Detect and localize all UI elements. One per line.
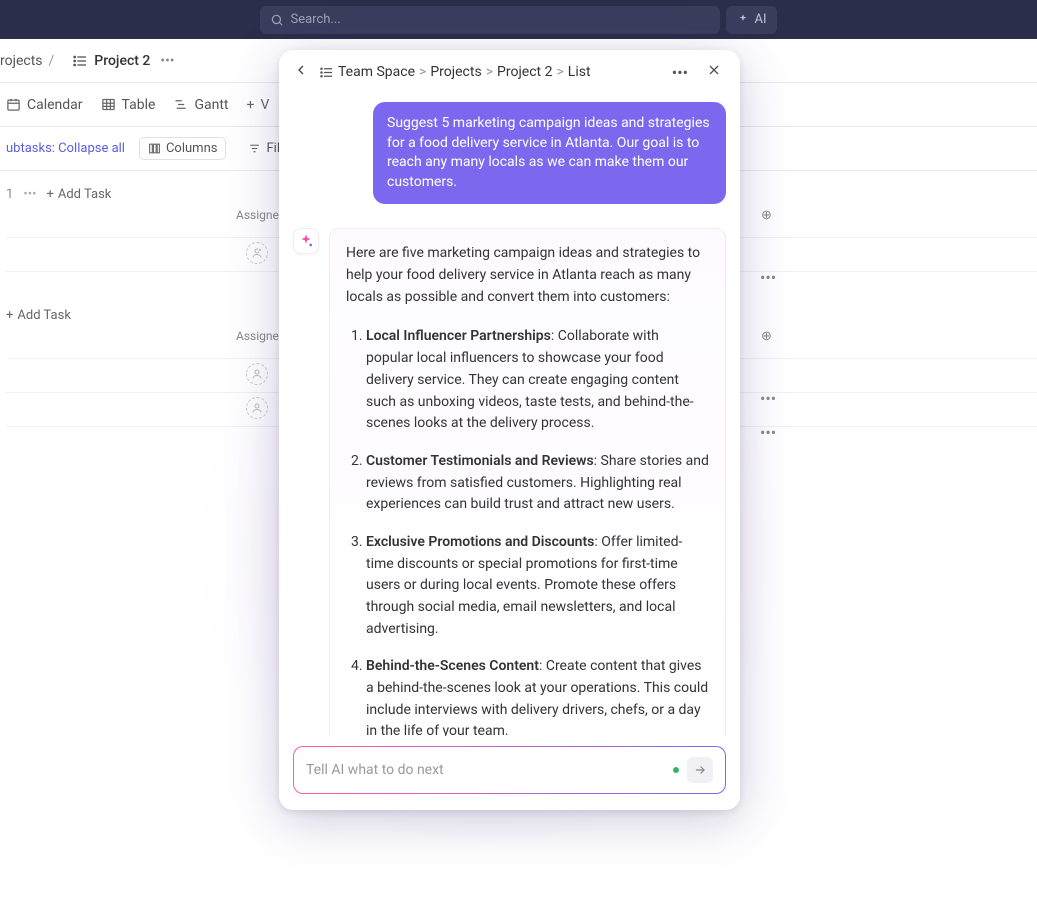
list-icon bbox=[72, 53, 88, 69]
ai-close-button[interactable] bbox=[702, 58, 726, 86]
sparkle-icon bbox=[298, 233, 314, 249]
add-task-label: Add Task bbox=[58, 187, 112, 202]
row-more-icon[interactable]: ••• bbox=[760, 423, 776, 442]
item-title: Local Influencer Partnerships bbox=[366, 328, 551, 344]
ai-panel-header: Team Space > Projects > Project 2 > List… bbox=[279, 50, 740, 94]
ai-crumb-1[interactable]: Projects bbox=[430, 64, 481, 80]
ai-response-item: Customer Testimonials and Reviews: Share… bbox=[366, 451, 709, 516]
ai-response-intro: Here are five marketing campaign ideas a… bbox=[346, 243, 709, 308]
add-task-button-2[interactable]: + Add Task bbox=[6, 308, 71, 323]
ai-input[interactable] bbox=[306, 762, 665, 778]
add-view-button[interactable]: + V bbox=[246, 97, 269, 113]
crumb-sep: / bbox=[49, 53, 55, 69]
columns-label: Columns bbox=[166, 141, 218, 156]
group-count: 1 bbox=[6, 187, 13, 202]
top-bar: Search... AI bbox=[0, 0, 1037, 39]
ai-crumb-0[interactable]: Team Space bbox=[338, 64, 415, 80]
back-button[interactable] bbox=[293, 62, 309, 82]
group-more-icon[interactable]: ••• bbox=[23, 187, 36, 202]
crumb-sep: > bbox=[486, 64, 493, 80]
ai-top-button[interactable]: AI bbox=[726, 6, 776, 34]
plus-icon: + bbox=[6, 308, 13, 323]
crumb-more-icon[interactable]: ••• bbox=[160, 53, 174, 69]
columns-button[interactable]: Columns bbox=[139, 137, 227, 160]
ai-response-item: Behind-the-Scenes Content: Create conten… bbox=[366, 656, 709, 736]
plus-icon: + bbox=[246, 97, 254, 113]
ai-crumb-3[interactable]: List bbox=[568, 64, 591, 80]
crumb-projects[interactable]: rojects bbox=[0, 53, 43, 69]
status-dot-icon bbox=[673, 767, 679, 773]
add-view-label: V bbox=[260, 97, 269, 113]
ai-footer bbox=[279, 736, 740, 810]
crumb-current[interactable]: Project 2 bbox=[94, 53, 150, 69]
crumb-sep: > bbox=[556, 64, 563, 80]
view-gantt[interactable]: Gantt bbox=[173, 97, 228, 113]
ai-response-wrap: Here are five marketing campaign ideas a… bbox=[293, 228, 726, 736]
close-icon bbox=[706, 62, 722, 78]
view-calendar-label: Calendar bbox=[27, 97, 83, 113]
columns-icon bbox=[148, 142, 161, 155]
add-column-icon[interactable]: ⊕ bbox=[761, 329, 772, 344]
ai-response: Here are five marketing campaign ideas a… bbox=[329, 228, 726, 736]
assignee-header-2: Assigne bbox=[236, 329, 279, 343]
item-title: Customer Testimonials and Reviews bbox=[366, 453, 594, 469]
add-column-icon[interactable]: ⊕ bbox=[761, 208, 772, 223]
send-button[interactable] bbox=[687, 757, 713, 783]
add-task-label: Add Task bbox=[17, 308, 71, 323]
row-more-icon[interactable]: ••• bbox=[760, 268, 776, 287]
list-icon bbox=[319, 65, 334, 80]
ai-panel: Team Space > Projects > Project 2 > List… bbox=[279, 50, 740, 810]
search-placeholder: Search... bbox=[290, 12, 710, 27]
assignee-add-icon[interactable] bbox=[246, 363, 268, 385]
ai-input-wrap[interactable] bbox=[293, 746, 726, 794]
ai-top-label: AI bbox=[754, 12, 766, 27]
view-calendar[interactable]: Calendar bbox=[6, 97, 83, 113]
item-title: Behind-the-Scenes Content bbox=[366, 658, 539, 674]
send-icon bbox=[693, 763, 707, 777]
gantt-icon bbox=[173, 97, 188, 112]
calendar-icon bbox=[6, 97, 21, 112]
chevron-left-icon bbox=[293, 62, 309, 78]
crumb-sep: > bbox=[419, 64, 426, 80]
table-icon bbox=[101, 97, 116, 112]
view-table[interactable]: Table bbox=[101, 97, 156, 113]
user-message: Suggest 5 marketing campaign ideas and s… bbox=[373, 102, 726, 204]
ai-response-item: Local Influencer Partnerships: Collabora… bbox=[366, 326, 709, 434]
ai-more-button[interactable]: ••• bbox=[668, 59, 692, 86]
add-task-button-1[interactable]: + Add Task bbox=[46, 187, 111, 202]
search-icon bbox=[270, 13, 284, 27]
search-input-wrap[interactable]: Search... bbox=[260, 6, 720, 34]
assignee-header-1: Assigne bbox=[236, 208, 279, 222]
view-table-label: Table bbox=[122, 97, 156, 113]
item-title: Exclusive Promotions and Discounts bbox=[366, 534, 594, 550]
sparkle-icon bbox=[736, 13, 750, 27]
filter-icon bbox=[248, 142, 261, 155]
ai-response-item: Exclusive Promotions and Discounts: Offe… bbox=[366, 532, 709, 640]
ai-response-list: Local Influencer Partnerships: Collabora… bbox=[346, 326, 709, 736]
ai-conversation: Suggest 5 marketing campaign ideas and s… bbox=[279, 94, 740, 736]
assignee-add-icon[interactable] bbox=[246, 397, 268, 419]
ai-crumb-2[interactable]: Project 2 bbox=[497, 64, 552, 80]
assignee-add-icon[interactable] bbox=[246, 242, 268, 264]
ai-breadcrumb: Team Space > Projects > Project 2 > List bbox=[319, 64, 591, 80]
view-gantt-label: Gantt bbox=[194, 97, 228, 113]
plus-icon: + bbox=[46, 187, 53, 202]
ai-avatar bbox=[293, 228, 319, 254]
subtasks-collapse[interactable]: ubtasks: Collapse all bbox=[6, 141, 125, 156]
